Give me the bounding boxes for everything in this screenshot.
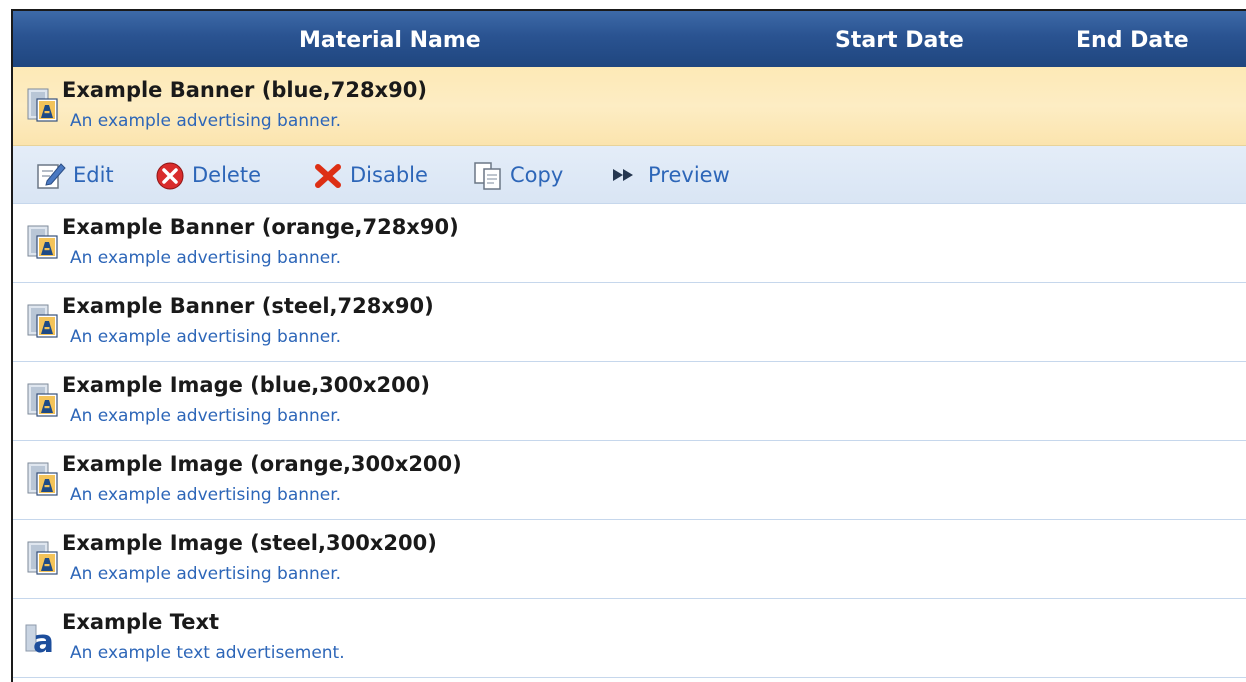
- table-row[interactable]: Example Text An example text advertiseme…: [13, 599, 1246, 678]
- table-header: Material Name Start Date End Date: [13, 11, 1246, 67]
- table-row[interactable]: Example Banner (orange,728x90) An exampl…: [13, 204, 1246, 283]
- edit-icon: [37, 163, 66, 189]
- table-row[interactable]: Example Image (orange,300x200) An exampl…: [13, 441, 1246, 520]
- text-material-icon: [24, 619, 61, 656]
- material-description: An example advertising banner.: [70, 564, 342, 584]
- copy-label: Copy: [510, 163, 564, 187]
- copy-icon: [474, 162, 501, 190]
- image-material-icon: [24, 461, 61, 498]
- image-material-icon: [24, 382, 61, 419]
- material-title[interactable]: Example Image (steel,300x200): [62, 531, 437, 555]
- material-title[interactable]: Example Image (orange,300x200): [62, 452, 462, 476]
- preview-button[interactable]: Preview: [610, 146, 730, 204]
- material-title[interactable]: Example Banner (blue,728x90): [62, 78, 427, 102]
- material-description: An example advertising banner.: [70, 248, 342, 268]
- column-header-end-date[interactable]: End Date: [1076, 11, 1189, 71]
- delete-label: Delete: [192, 163, 261, 187]
- preview-label: Preview: [648, 163, 730, 187]
- column-header-material-name[interactable]: Material Name: [299, 11, 481, 71]
- delete-button[interactable]: Delete: [154, 146, 261, 204]
- image-material-icon: [24, 224, 61, 261]
- table-row[interactable]: Example Banner (steel,728x90) An example…: [13, 283, 1246, 362]
- image-material-icon: [24, 540, 61, 577]
- column-header-start-date[interactable]: Start Date: [835, 11, 964, 71]
- disable-button[interactable]: Disable: [312, 146, 428, 204]
- table-row[interactable]: Example Image (blue,300x200) An example …: [13, 362, 1246, 441]
- table-row-selected[interactable]: Example Banner (blue,728x90) An example …: [13, 67, 1246, 146]
- image-material-icon: [24, 87, 61, 124]
- materials-table: Material Name Start Date End Date Exampl…: [11, 9, 1246, 682]
- table-row[interactable]: Example Image (steel,300x200) An example…: [13, 520, 1246, 599]
- material-description: An example text advertisement.: [70, 643, 345, 663]
- material-title[interactable]: Example Text: [62, 610, 219, 634]
- material-description: An example advertising banner.: [70, 111, 342, 131]
- material-description: An example advertising banner.: [70, 327, 342, 347]
- material-description: An example advertising banner.: [70, 406, 342, 426]
- edit-label: Edit: [73, 163, 114, 187]
- material-description: An example advertising banner.: [70, 485, 342, 505]
- edit-button[interactable]: Edit: [35, 146, 114, 204]
- preview-icon: [613, 169, 633, 181]
- delete-icon: [156, 162, 184, 190]
- disable-icon: [315, 164, 341, 188]
- material-title[interactable]: Example Banner (steel,728x90): [62, 294, 434, 318]
- material-title[interactable]: Example Banner (orange,728x90): [62, 215, 459, 239]
- disable-label: Disable: [350, 163, 428, 187]
- copy-button[interactable]: Copy: [472, 146, 563, 204]
- image-material-icon: [24, 303, 61, 340]
- material-title[interactable]: Example Image (blue,300x200): [62, 373, 430, 397]
- row-action-bar: Edit Delete Disable Copy Preview: [13, 146, 1246, 204]
